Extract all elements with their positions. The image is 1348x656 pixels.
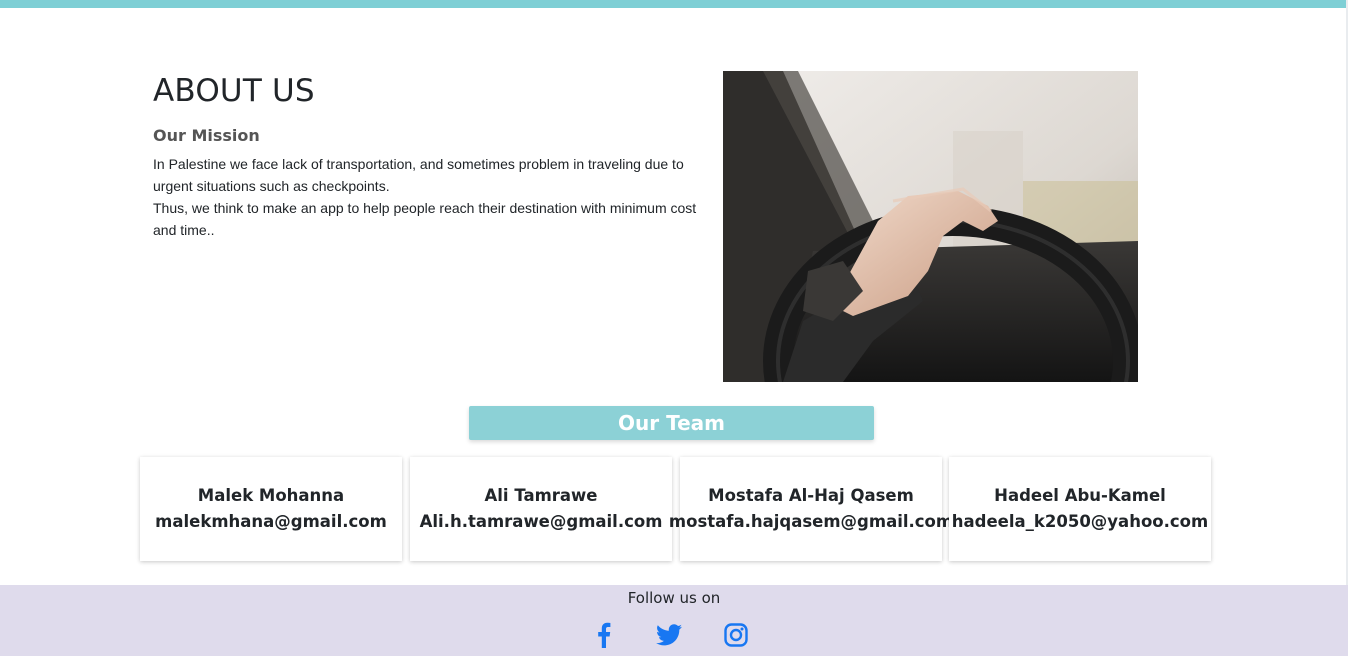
mission-text: In Palestine we face lack of transportat…: [153, 153, 719, 241]
team-member-card: Ali Tamrawe Ali.h.tamrawe@gmail.com: [410, 457, 672, 561]
team-member-card: Malek Mohanna malekmhana@gmail.com: [140, 457, 402, 561]
mission-paragraph-2: Thus, we think to make an app to help pe…: [153, 200, 697, 238]
member-name: Mostafa Al-Haj Qasem: [708, 486, 914, 505]
member-name: Malek Mohanna: [197, 486, 345, 505]
twitter-icon[interactable]: [654, 621, 684, 649]
footer: Follow us on: [0, 585, 1348, 656]
instagram-icon[interactable]: [721, 621, 751, 649]
team-member-card: Hadeel Abu-Kamel hadeela_k2050@yahoo.com: [949, 457, 1211, 561]
team-cards: Malek Mohanna malekmhana@gmail.com Ali T…: [140, 457, 1212, 561]
mission-heading: Our Mission: [153, 126, 260, 145]
member-name: Ali Tamrawe: [484, 486, 598, 505]
our-team-heading: Our Team: [618, 411, 725, 435]
team-member-card: Mostafa Al-Haj Qasem mostafa.hajqasem@gm…: [669, 457, 953, 561]
member-name: Hadeel Abu-Kamel: [994, 486, 1166, 505]
follow-us-text: Follow us on: [627, 589, 721, 607]
our-team-banner: Our Team: [469, 406, 874, 440]
mission-paragraph-1: In Palestine we face lack of transportat…: [153, 156, 684, 194]
page-title: ABOUT US: [153, 73, 315, 109]
member-email: hadeela_k2050@yahoo.com: [951, 512, 1209, 531]
facebook-icon[interactable]: [589, 621, 619, 649]
member-email: mostafa.hajqasem@gmail.com: [668, 512, 954, 531]
member-email: Ali.h.tamrawe@gmail.com: [419, 512, 663, 531]
steering-wheel-photo: [723, 71, 1138, 382]
member-email: malekmhana@gmail.com: [155, 512, 387, 531]
top-accent-bar: [0, 0, 1348, 8]
